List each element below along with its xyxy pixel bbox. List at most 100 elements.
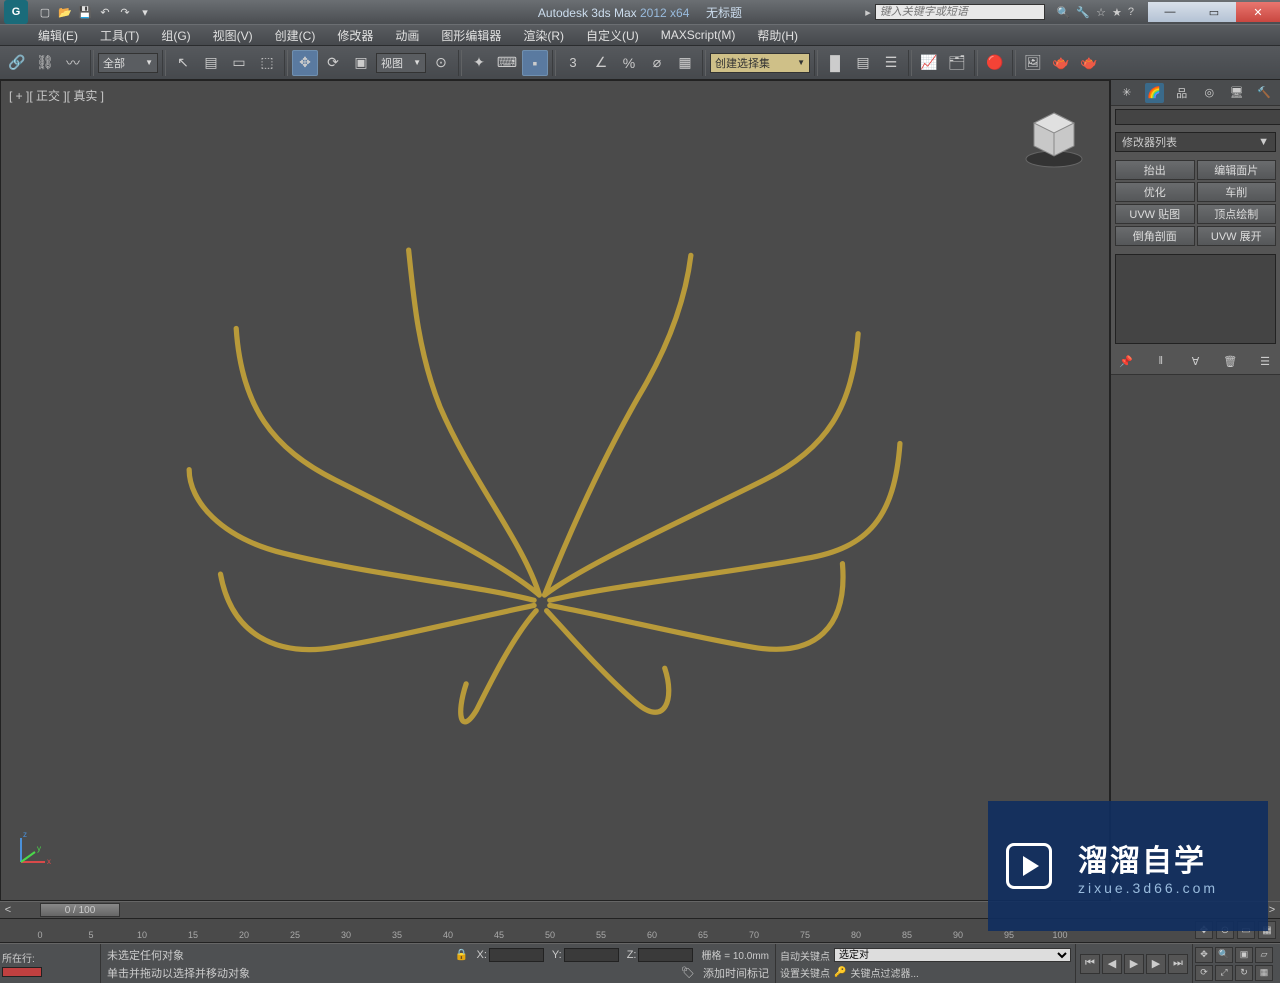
time-handle[interactable]: 0 / 100	[40, 903, 120, 917]
percent-snap-icon[interactable]: %	[616, 50, 642, 76]
goto-end-icon[interactable]: ⏭	[1168, 954, 1188, 974]
timetag-icon[interactable]: 🏷	[681, 966, 695, 979]
layers-icon[interactable]: ☰	[878, 50, 904, 76]
selection-filter[interactable]: 全部	[98, 53, 158, 73]
zoom-icon[interactable]: 🔍	[1215, 947, 1233, 963]
help-icon[interactable]: ?	[1128, 6, 1134, 19]
render-icon[interactable]: 🫖	[1076, 50, 1102, 76]
menu-graph[interactable]: 图形编辑器	[431, 25, 511, 46]
material-icon[interactable]: 🔴	[982, 50, 1008, 76]
utilities-tab-icon[interactable]: 🔨	[1255, 83, 1275, 103]
pivot-icon[interactable]: ⊙	[428, 50, 454, 76]
setkey-button[interactable]: 设置关键点	[780, 965, 830, 980]
edged-icon[interactable]: ▦	[672, 50, 698, 76]
keyboard-icon[interactable]: ⌨	[494, 50, 520, 76]
open-icon[interactable]: 📂	[56, 3, 74, 21]
play-icon[interactable]: ▶	[1124, 954, 1144, 974]
menu-maxscript[interactable]: MAXScript(M)	[651, 26, 746, 44]
mod-btn-7[interactable]: UVW 展开	[1197, 226, 1277, 246]
menu-render[interactable]: 渲染(R)	[513, 25, 574, 46]
display-tab-icon[interactable]: 🖥	[1227, 83, 1247, 103]
modify-tab-icon[interactable]: 🌈	[1145, 83, 1165, 103]
menu-animation[interactable]: 动画	[385, 25, 429, 46]
hierarchy-tab-icon[interactable]: 品	[1172, 83, 1192, 103]
zoom-ext-icon[interactable]: ▣	[1235, 947, 1253, 963]
manipulate-icon[interactable]: ✦	[466, 50, 492, 76]
menu-edit[interactable]: 编辑(E)	[28, 25, 88, 46]
coord-system[interactable]: 视图	[376, 53, 426, 73]
remove-mod-icon[interactable]: 🗑	[1221, 352, 1239, 370]
lock-icon[interactable]: 🔒	[455, 948, 469, 961]
modifier-list-dropdown[interactable]: 修改器列表▼	[1115, 132, 1276, 152]
minimize-button[interactable]: —	[1148, 2, 1192, 22]
coord-y-input[interactable]	[564, 948, 619, 962]
add-time-tag[interactable]: 添加时间标记	[703, 965, 769, 981]
next-frame-icon[interactable]: ▶	[1146, 954, 1166, 974]
qat-dropdown-icon[interactable]: ▾	[136, 3, 154, 21]
rotate-icon[interactable]: ⟳	[320, 50, 346, 76]
snap-toggle-icon[interactable]: ▪	[522, 50, 548, 76]
app-logo[interactable]: G	[4, 0, 28, 24]
spinner-snap-icon[interactable]: ⌀	[644, 50, 670, 76]
curve-editor-icon[interactable]: 📈	[916, 50, 942, 76]
mod-btn-5[interactable]: 顶点绘制	[1197, 204, 1277, 224]
save-icon[interactable]: 💾	[76, 3, 94, 21]
redo-icon[interactable]: ↷	[116, 3, 134, 21]
mod-btn-3[interactable]: 车削	[1197, 182, 1277, 202]
fov-icon[interactable]: ▱	[1255, 947, 1273, 963]
scale-icon[interactable]: ▣	[348, 50, 374, 76]
max-viewport-icon[interactable]: ▦	[1255, 965, 1273, 981]
new-icon[interactable]: ▢	[36, 3, 54, 21]
motion-tab-icon[interactable]: ◎	[1200, 83, 1220, 103]
dolly-icon[interactable]: ⤢	[1215, 965, 1233, 981]
menu-tools[interactable]: 工具(T)	[90, 25, 149, 46]
undo-icon[interactable]: ↶	[96, 3, 114, 21]
search-input[interactable]	[875, 4, 1045, 20]
menu-create[interactable]: 创建(C)	[265, 25, 326, 46]
mirror-icon[interactable]: ▐▌	[822, 50, 848, 76]
unlink-icon[interactable]: ⛓	[32, 50, 58, 76]
mod-btn-2[interactable]: 优化	[1115, 182, 1195, 202]
align-icon[interactable]: ▤	[850, 50, 876, 76]
selected-dropdown[interactable]: 选定对	[834, 948, 1071, 962]
select-rect-icon[interactable]: ▭	[226, 50, 252, 76]
menu-modifiers[interactable]: 修改器	[327, 25, 383, 46]
select-name-icon[interactable]: ▤	[198, 50, 224, 76]
select-icon[interactable]: ↖	[170, 50, 196, 76]
pan-icon[interactable]: ✥	[1195, 947, 1213, 963]
binoculars-icon[interactable]: 🔍	[1057, 6, 1071, 19]
menu-custom[interactable]: 自定义(U)	[576, 25, 649, 46]
key-filters[interactable]: 关键点过滤器...	[850, 965, 918, 980]
autokey-button[interactable]: 自动关键点	[780, 948, 830, 963]
menu-views[interactable]: 视图(V)	[203, 25, 263, 46]
make-unique-icon[interactable]: ∀	[1187, 352, 1205, 370]
coord-z-input[interactable]	[638, 948, 693, 962]
render-setup-icon[interactable]: 🖼	[1020, 50, 1046, 76]
named-selection[interactable]: 创建选择集	[710, 53, 810, 73]
viewport[interactable]: [ + ][ 正交 ][ 真实 ]	[0, 80, 1110, 901]
link-icon[interactable]: 🔗	[4, 50, 30, 76]
roll-icon[interactable]: ↻	[1235, 965, 1253, 981]
schematic-icon[interactable]: 🗂	[944, 50, 970, 76]
mod-btn-0[interactable]: 抬出	[1115, 160, 1195, 180]
create-tab-icon[interactable]: ✳	[1117, 83, 1137, 103]
slider-prev-icon[interactable]: <	[0, 904, 16, 916]
mod-btn-4[interactable]: UVW 贴图	[1115, 204, 1195, 224]
angle-snap-icon[interactable]: ∠	[588, 50, 614, 76]
viewcube[interactable]	[1019, 101, 1089, 171]
tool-icon[interactable]: 🔧	[1076, 6, 1090, 19]
bind-icon[interactable]: 〰	[60, 50, 86, 76]
favorite-icon[interactable]: ★	[1112, 6, 1122, 19]
snap-3d-icon[interactable]: 3	[560, 50, 586, 76]
key-icon[interactable]: 🔑	[834, 967, 846, 978]
menu-group[interactable]: 组(G)	[151, 25, 200, 46]
mod-btn-6[interactable]: 倒角剖面	[1115, 226, 1195, 246]
render-frame-icon[interactable]: 🫖	[1048, 50, 1074, 76]
orbit-icon[interactable]: ⟳	[1195, 965, 1213, 981]
configure-sets-icon[interactable]: ☰	[1256, 352, 1274, 370]
caret-icon[interactable]: ▸	[865, 6, 871, 19]
prev-frame-icon[interactable]: ◀	[1102, 954, 1122, 974]
move-icon[interactable]: ✥	[292, 50, 318, 76]
menu-help[interactable]: 帮助(H)	[747, 25, 808, 46]
mod-btn-1[interactable]: 编辑面片	[1197, 160, 1277, 180]
